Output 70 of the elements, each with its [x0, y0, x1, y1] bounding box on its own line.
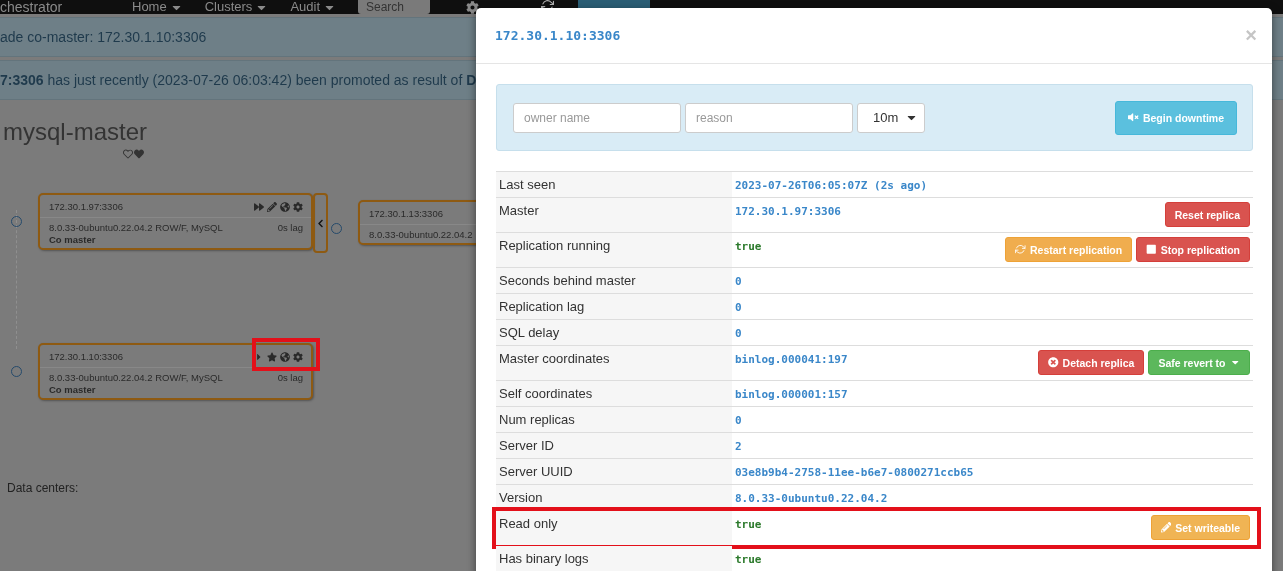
property-value: 8.0.33-0ubuntu0.22.04.2	[735, 491, 888, 505]
action-button[interactable]: Detach replica	[1038, 350, 1145, 375]
property-value: 03e8b9b4-2758-11ee-b6e7-0800271ccb65	[735, 465, 974, 479]
instance-role: Co master	[49, 384, 97, 395]
property-label: Master	[496, 198, 732, 232]
property-value: true	[735, 517, 762, 531]
property-label: SQL delay	[496, 320, 732, 345]
globe-icon[interactable]	[280, 201, 290, 212]
property-value: true	[735, 239, 762, 253]
action-button[interactable]: Reset replica	[1164, 202, 1250, 227]
action-button[interactable]: Safe revert to	[1148, 350, 1250, 375]
property-value: 2023-07-26T06:05:07Z (2s ago)	[735, 178, 928, 192]
duration-select[interactable]: 10m	[857, 102, 925, 133]
property-label: Replication lag	[496, 294, 732, 319]
instance-host: 172.30.1.10:3306	[49, 351, 123, 362]
action-button[interactable]: Stop replication	[1136, 237, 1250, 262]
owner-field[interactable]: owner name	[513, 102, 681, 133]
pencil-icon	[1160, 522, 1172, 533]
property-label: Server ID	[496, 433, 732, 458]
property-label: Last seen	[496, 172, 732, 197]
reason-field[interactable]: reason	[685, 102, 853, 133]
property-value: binlog.000001:157	[735, 387, 848, 401]
pencil-icon[interactable]	[267, 201, 277, 212]
nav-menu[interactable]: Audit	[290, 0, 336, 14]
globe-icon[interactable]	[280, 351, 290, 362]
property-value: 2	[735, 439, 742, 453]
lag-text: 0s lag	[277, 222, 303, 233]
property-label: Replication running	[496, 233, 732, 267]
property-value: 172.30.1.97:3306	[735, 204, 841, 218]
remove-icon	[1048, 357, 1059, 368]
brand-name[interactable]: chestrator	[0, 0, 110, 14]
refresh-icon	[1015, 244, 1026, 255]
instance-host: 172.30.1.13:3306	[369, 208, 443, 219]
lag-text: 0s lag	[277, 372, 303, 383]
star-icon[interactable]	[267, 351, 277, 362]
settings-icon[interactable]	[466, 0, 479, 14]
property-label: Master coordinates	[496, 346, 732, 380]
instance-version: 8.0.33-0ubuntu0.22.04.2 ROW/F, MySQL	[49, 372, 224, 383]
property-label: Has binary logs	[496, 546, 732, 571]
nav-menu[interactable]: Home	[132, 0, 183, 14]
chevron-left-icon	[316, 218, 325, 228]
property-value: 0	[735, 413, 742, 427]
heart-outline-icon[interactable]	[123, 149, 133, 159]
mute-icon	[1128, 112, 1139, 123]
property-value: true	[735, 552, 762, 566]
stop-icon	[1146, 244, 1157, 255]
nav-menu[interactable]: Clusters	[204, 0, 269, 14]
instance-role: Co master	[49, 234, 97, 245]
fast-forward-icon[interactable]	[254, 201, 264, 212]
heart-icon[interactable]	[134, 149, 144, 159]
property-label: Read only	[496, 511, 732, 545]
property-value: 0	[735, 326, 742, 340]
dialog-title: 172.30.1.10:3306	[495, 28, 621, 43]
highlight-frame	[252, 338, 320, 371]
instance-version: 8.0.33-0ubuntu0.22.04.2 ROW/F, MySQL	[49, 222, 224, 233]
search-field[interactable]: Search	[358, 0, 430, 14]
instance-node[interactable]: 172.30.1.10:3306 8.0.33-0ubuntu0.22.04.2 ROW/F, MySQL 0s lag Co master	[38, 343, 313, 400]
data-centers-label: Data centers:	[7, 481, 79, 495]
property-value: binlog.000041:197	[735, 352, 848, 366]
instance-host: 172.30.1.97:3306	[49, 201, 123, 212]
collapse-toggle[interactable]	[313, 193, 328, 253]
property-label: Seconds behind master	[496, 268, 732, 293]
property-label: Num replicas	[496, 407, 732, 432]
property-value: 0	[735, 274, 742, 288]
property-label: Self coordinates	[496, 381, 732, 406]
property-label: Server UUID	[496, 459, 732, 484]
instance-node[interactable]: 172.30.1.97:3306 8.0.33-0ubuntu0.22.04.2 ROW/F, MySQL 0s lag Co master	[38, 193, 313, 250]
begin-downtime-button[interactable]: Begin downtime	[1115, 100, 1237, 135]
property-value: 0	[735, 300, 742, 314]
instance-version: 8.0.33-0ubuntu0.22.04.2	[369, 229, 474, 240]
